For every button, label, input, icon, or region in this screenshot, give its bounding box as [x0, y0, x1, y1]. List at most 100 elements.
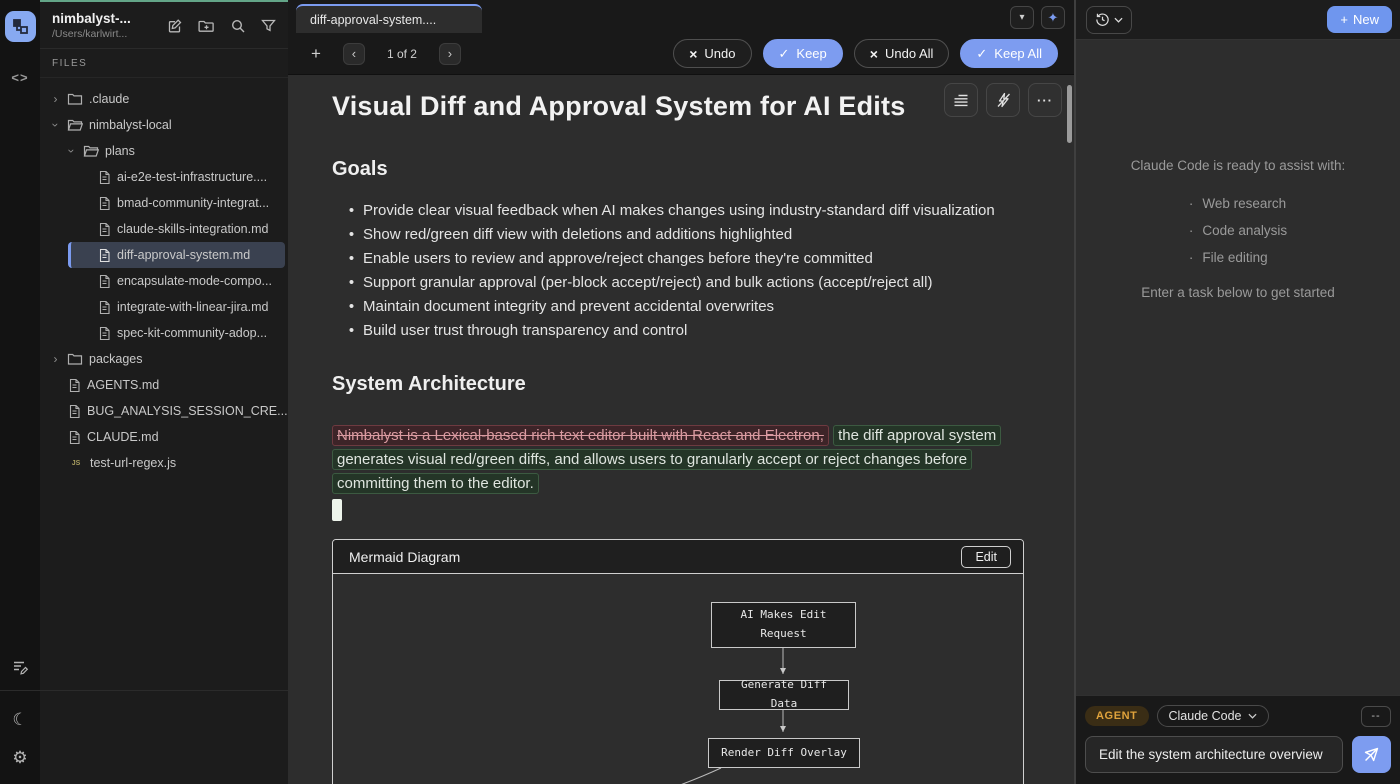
mermaid-diagram: AI Makes Edit Request Generate Diff Data…	[333, 574, 1023, 784]
tree-folder-claude[interactable]: › .claude	[40, 86, 288, 112]
files-section-label: FILES	[40, 49, 288, 78]
tree-file[interactable]: ai-e2e-test-infrastructure....	[68, 164, 285, 190]
keep-button[interactable]: ✓Keep	[763, 39, 843, 68]
agent-input-bar: AGENT Claude Code --	[1076, 695, 1400, 784]
new-folder-icon[interactable]	[198, 18, 215, 34]
tree-file[interactable]: AGENTS.md	[40, 372, 288, 398]
check-icon: ✓	[779, 46, 790, 62]
settings-icon[interactable]: ⚙	[12, 748, 27, 768]
search-icon[interactable]	[230, 18, 246, 34]
folder-open-icon	[67, 118, 83, 132]
tree-folder-plans[interactable]: › plans	[40, 138, 288, 164]
more-options-button[interactable]: ···	[1028, 83, 1062, 117]
undo-button[interactable]: ×Undo	[673, 39, 751, 68]
history-button[interactable]	[1086, 6, 1132, 34]
document-title: Visual Diff and Approval System for AI E…	[332, 91, 1030, 122]
chevron-down-icon[interactable]: ›	[66, 146, 78, 157]
ai-sparkle-button[interactable]: ✦	[1041, 6, 1065, 29]
prev-change-button[interactable]: ‹	[343, 43, 365, 65]
assistant-ready-text: Claude Code is ready to assist with:	[1076, 158, 1400, 173]
undo-all-button[interactable]: ×Undo All	[854, 39, 950, 68]
chevron-right-icon[interactable]: ›	[50, 93, 61, 105]
dark-mode-toggle-icon[interactable]: ☾	[12, 710, 27, 730]
file-tree: › .claude › nimbalyst-local › plans ai-e…	[40, 78, 288, 476]
capability-item: File editing	[1189, 244, 1287, 271]
goal-item: Support granular approval (per-block acc…	[332, 271, 1030, 295]
diff-review-toolbar: + ‹ 1 of 2 › ×Undo ✓Keep ×Undo All ✓Keep…	[288, 33, 1074, 75]
code-view-icon[interactable]: <>	[11, 70, 28, 85]
notes-edit-icon[interactable]	[11, 658, 29, 676]
tree-folder-packages[interactable]: › packages	[40, 346, 288, 372]
file-icon	[98, 196, 111, 211]
next-change-button[interactable]: ›	[439, 43, 461, 65]
tree-file-js[interactable]: JS test-url-regex.js	[40, 450, 288, 476]
keep-all-button[interactable]: ✓Keep All	[960, 39, 1058, 68]
app-logo-icon[interactable]	[5, 11, 36, 42]
left-icon-rail: <> ☾ ⚙	[0, 0, 40, 784]
outline-button[interactable]	[944, 83, 978, 117]
text-cursor	[332, 499, 342, 521]
mermaid-header: Mermaid Diagram Edit	[333, 540, 1023, 574]
editor-scrollbar[interactable]	[1067, 85, 1072, 143]
filter-icon[interactable]	[261, 18, 276, 33]
assistant-hint: Enter a task below to get started	[1076, 285, 1400, 300]
tree-file[interactable]: encapsulate-mode-compo...	[68, 268, 285, 294]
cross-icon: ×	[870, 46, 878, 62]
tree-file[interactable]: bmad-community-integrat...	[68, 190, 285, 216]
file-icon	[98, 248, 111, 263]
goal-item: Enable users to review and approve/rejec…	[332, 247, 1030, 271]
tab-bar: diff-approval-system.... ▾ ✦	[288, 0, 1074, 33]
mermaid-block: Mermaid Diagram Edit	[332, 539, 1024, 784]
agent-selector[interactable]: Claude Code	[1157, 705, 1270, 727]
zap-button[interactable]	[986, 83, 1020, 117]
file-sidebar: nimbalyst-... /Users/karlwirt... FILES ›…	[40, 0, 288, 784]
editor-area: diff-approval-system.... ▾ ✦ + ‹ 1 of 2 …	[288, 0, 1076, 784]
diagram-edges	[333, 574, 1024, 784]
goal-item: Build user trust through transparency an…	[332, 319, 1030, 343]
paper-plane-icon	[1363, 746, 1380, 763]
goal-item: Provide clear visual feedback when AI ma…	[332, 199, 1030, 223]
check-icon: ✓	[976, 46, 987, 62]
workspace-name[interactable]: nimbalyst-...	[52, 11, 167, 26]
new-tab-button[interactable]: +	[311, 44, 321, 64]
task-input[interactable]	[1085, 736, 1343, 773]
tree-folder-nimbalyst-local[interactable]: › nimbalyst-local	[40, 112, 288, 138]
tree-file[interactable]: CLAUDE.md	[40, 424, 288, 450]
chevron-down-icon	[1248, 713, 1257, 719]
capability-item: Code analysis	[1189, 217, 1287, 244]
sidebar-footer-divider	[0, 690, 288, 691]
agent-badge: AGENT	[1085, 706, 1149, 726]
tree-file-selected[interactable]: diff-approval-system.md	[68, 242, 285, 268]
workspace-path: /Users/karlwirt...	[52, 28, 167, 40]
folder-icon	[67, 92, 83, 106]
goal-item: Show red/green diff view with deletions …	[332, 223, 1030, 247]
tab-diff-approval-system[interactable]: diff-approval-system....	[296, 4, 482, 33]
tree-file[interactable]: spec-kit-community-adop...	[68, 320, 285, 346]
file-icon	[68, 430, 81, 445]
chevron-down-icon[interactable]: ›	[50, 120, 62, 131]
capability-list: Web research Code analysis File editing	[1189, 190, 1287, 271]
diagram-node: Generate Diff Data	[719, 680, 849, 710]
new-file-icon[interactable]	[167, 18, 183, 34]
send-button[interactable]	[1352, 736, 1391, 773]
assistant-panel: +New Claude Code is ready to assist with…	[1076, 0, 1400, 784]
diff-paragraph[interactable]: Nimbalyst is a Lexical-based rich text e…	[332, 424, 1027, 496]
assistant-welcome: Claude Code is ready to assist with: Web…	[1076, 40, 1400, 695]
goals-list: Provide clear visual feedback when AI ma…	[332, 199, 1030, 343]
tree-file[interactable]: BUG_ANALYSIS_SESSION_CRE...	[40, 398, 288, 424]
tree-file[interactable]: integrate-with-linear-jira.md	[68, 294, 285, 320]
chevron-right-icon[interactable]: ›	[50, 353, 61, 365]
document-canvas[interactable]: Visual Diff and Approval System for AI E…	[288, 75, 1074, 784]
folder-open-icon	[83, 144, 99, 158]
mermaid-edit-button[interactable]: Edit	[961, 546, 1011, 568]
chevron-down-icon	[1114, 17, 1123, 23]
app-window: <> ☾ ⚙ nimbalyst-... /Users/karlwirt... …	[0, 0, 1400, 784]
file-icon	[98, 170, 111, 185]
panel-options-button[interactable]: --	[1361, 706, 1391, 727]
dropdown-caret-button[interactable]: ▾	[1010, 6, 1034, 29]
diff-deletion[interactable]: Nimbalyst is a Lexical-based rich text e…	[332, 425, 829, 446]
new-session-button[interactable]: +New	[1327, 6, 1392, 33]
cross-icon: ×	[689, 46, 697, 62]
file-icon	[98, 326, 111, 341]
tree-file[interactable]: claude-skills-integration.md	[68, 216, 285, 242]
